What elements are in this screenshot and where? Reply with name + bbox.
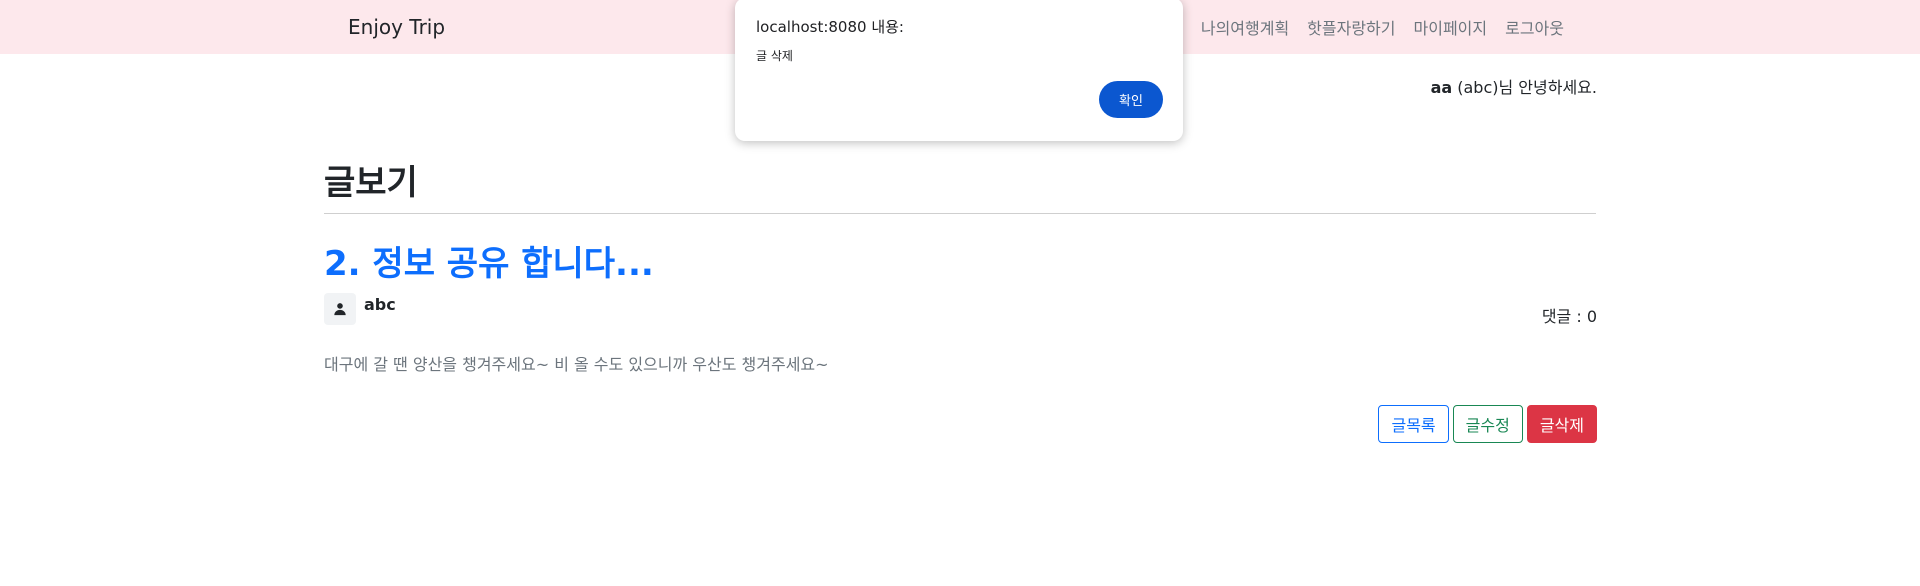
comment-count: 댓글 : 0: [1541, 307, 1597, 326]
article-content: 대구에 갈 땐 양산을 챙겨주세요~ 비 올 수도 있으니까 우산도 챙겨주세요…: [324, 355, 829, 374]
greeting-user-id: aa: [1430, 78, 1453, 97]
brand-logo-link[interactable]: Enjoy Trip: [348, 15, 445, 39]
person-icon: [324, 293, 356, 325]
nav-link-hotplace[interactable]: 핫플자랑하기: [1307, 15, 1395, 39]
greeting-suffix: (abc)님 안녕하세요.: [1452, 78, 1597, 97]
nav-links: 나의여행계획 핫플자랑하기 마이페이지 로그아웃: [1201, 15, 1564, 39]
alert-dialog: localhost:8080 내용: 글 삭제 확인: [735, 0, 1183, 141]
nav-link-my-travel-plan[interactable]: 나의여행계획: [1201, 15, 1289, 39]
article-title: 2. 정보 공유 합니다...: [324, 244, 654, 284]
action-buttons: 글목록 글수정 글삭제: [1378, 405, 1597, 443]
dialog-ok-button[interactable]: 확인: [1099, 81, 1163, 118]
dialog-message: 글 삭제: [756, 49, 793, 63]
edit-button[interactable]: 글수정: [1452, 405, 1523, 443]
nav-link-mypage[interactable]: 마이페이지: [1414, 15, 1488, 39]
author-name: abc: [364, 295, 396, 314]
author-row: abc: [324, 293, 396, 325]
dialog-title: localhost:8080 내용:: [756, 18, 904, 36]
delete-button[interactable]: 글삭제: [1526, 405, 1597, 443]
user-greeting: aa (abc)님 안녕하세요.: [1431, 74, 1597, 98]
list-button[interactable]: 글목록: [1378, 405, 1449, 443]
divider: [324, 213, 1596, 214]
nav-link-logout[interactable]: 로그아웃: [1505, 15, 1564, 39]
page-title: 글보기: [324, 163, 418, 203]
